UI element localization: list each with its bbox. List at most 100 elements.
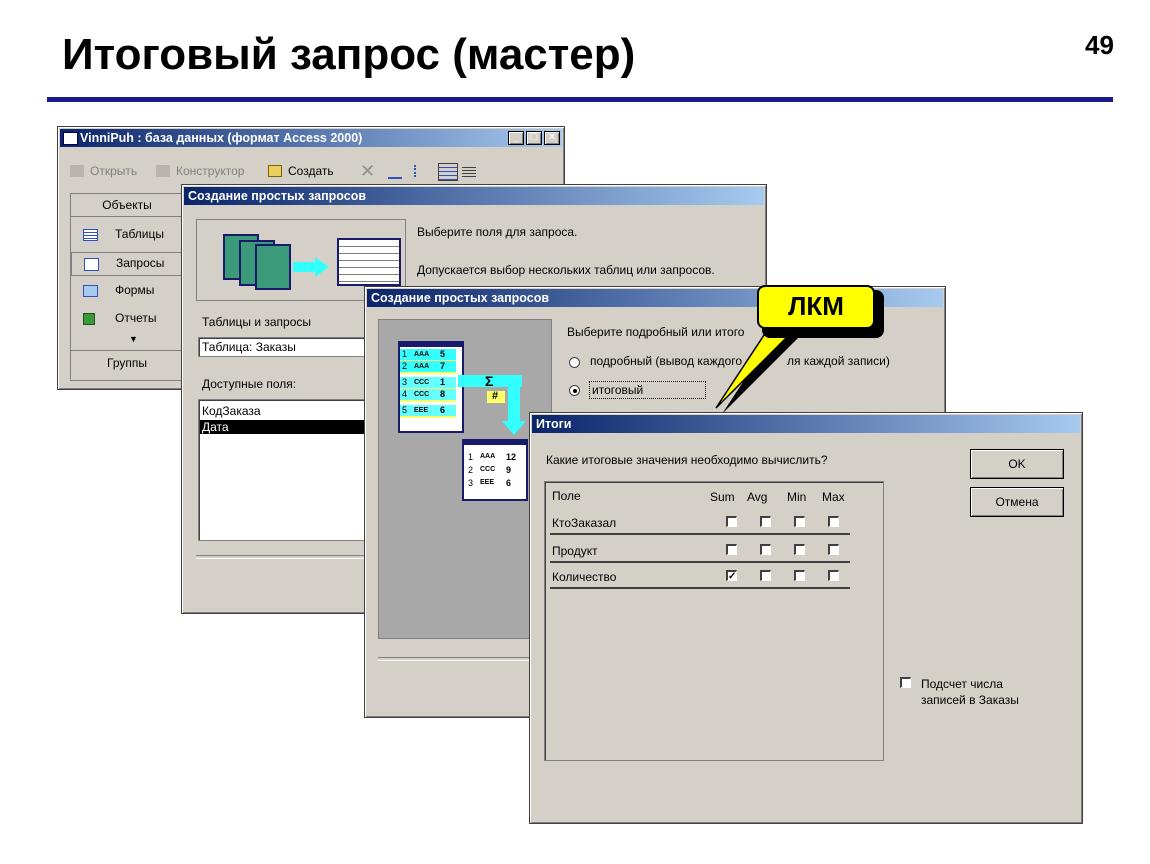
arrow-icon: [293, 262, 317, 272]
callout-label: ЛКМ: [788, 291, 844, 321]
row-value: 6: [506, 478, 512, 488]
sidebar-item-tables[interactable]: Таблицы: [71, 224, 183, 248]
totals-min-checkbox[interactable]: [794, 570, 805, 581]
create-button[interactable]: Создать: [288, 164, 334, 178]
close-button[interactable]: ×: [544, 131, 560, 145]
result-table-icon: [337, 238, 401, 286]
open-icon: [70, 165, 84, 177]
count-records-label-line2[interactable]: записей в Заказы: [921, 693, 1019, 707]
title-rule: [47, 97, 1113, 102]
row-code: AAA: [480, 453, 496, 460]
hash-symbol: #: [492, 390, 499, 402]
flow-arrow-head: [502, 421, 526, 435]
totals-min-checkbox[interactable]: [794, 516, 805, 527]
totals-row-field: Количество: [552, 570, 617, 584]
groups-divider: [71, 350, 183, 351]
wizard1-text2: Допускается выбор нескольких таблиц или …: [417, 263, 715, 277]
database-window-titlebar: VinniPuh : база данных (формат Access 20…: [60, 129, 562, 147]
summary-radio[interactable]: [569, 385, 580, 396]
objects-header[interactable]: Объекты: [71, 198, 183, 212]
totals-row-divider: [550, 561, 850, 563]
row-value: 6: [440, 405, 446, 415]
database-window-title: VinniPuh : база данных (формат Access 20…: [80, 131, 363, 145]
row-code: CCC: [414, 379, 430, 386]
summary-option-label[interactable]: итоговый: [589, 381, 707, 399]
totals-avg-checkbox[interactable]: [760, 544, 771, 555]
totals-row-field: КтоЗаказал: [552, 516, 617, 530]
row-code: AAA: [414, 363, 430, 370]
row-number: 2: [402, 361, 408, 371]
row-value: 7: [440, 361, 446, 371]
tables-combo-value: Таблица: Заказы: [202, 340, 296, 354]
callout-pointer-shape: [715, 325, 800, 409]
totals-max-checkbox[interactable]: [828, 570, 839, 581]
column-header-sum: Sum: [710, 490, 735, 504]
cancel-button[interactable]: Отмена: [970, 487, 1064, 517]
totals-sum-checkbox[interactable]: [726, 544, 737, 555]
row-number: 3: [402, 377, 408, 387]
totals-dialog: Итоги Какие итоговые значения необходимо…: [529, 412, 1083, 824]
row-code: CCC: [480, 466, 496, 473]
scroll-down-icon[interactable]: ▼: [129, 334, 138, 344]
query-icon: [84, 258, 99, 271]
source-row: 4 CCC 8: [400, 389, 456, 402]
db-toolbar: Открыть Конструктор Создать ✕: [68, 161, 548, 182]
result-row: 3 EEE 6: [466, 477, 522, 489]
large-icons-icon[interactable]: [388, 165, 402, 179]
wizard1-text1: Выберите поля для запроса.: [417, 225, 578, 239]
sidebar-item-label: Формы: [115, 283, 155, 297]
table-stack-icon: [255, 244, 291, 290]
arrow-icon: [315, 257, 329, 277]
totals-row-divider: [550, 587, 850, 589]
totals-avg-checkbox[interactable]: [760, 516, 771, 527]
column-header-min: Min: [787, 490, 807, 504]
slide-title: Итоговый запрос (мастер): [62, 30, 636, 79]
result-row: 1 AAA 12: [466, 451, 522, 463]
sidebar-item-reports[interactable]: Отчеты: [71, 308, 183, 332]
list-item-selected[interactable]: Дата: [200, 420, 382, 434]
row-number: 4: [402, 389, 408, 399]
detail-radio[interactable]: [569, 357, 580, 368]
groups-header[interactable]: Группы: [71, 356, 183, 370]
form-icon: [83, 285, 98, 297]
row-code: EEE: [480, 479, 495, 486]
table-icon: [83, 229, 98, 241]
row-number: 2: [468, 465, 474, 475]
totals-titlebar: Итоги: [532, 415, 1080, 433]
totals-max-checkbox[interactable]: [828, 516, 839, 527]
sidebar-item-queries[interactable]: Запросы: [71, 252, 183, 276]
delete-icon[interactable]: ✕: [360, 161, 375, 182]
ok-button[interactable]: OK: [970, 449, 1064, 479]
objects-divider: [71, 216, 183, 217]
count-records-label-line1[interactable]: Подсчет числа: [921, 677, 1003, 691]
totals-max-checkbox[interactable]: [828, 544, 839, 555]
totals-min-checkbox[interactable]: [794, 544, 805, 555]
row-value: 12: [506, 452, 517, 462]
open-button[interactable]: Открыть: [90, 164, 137, 178]
row-value: 8: [440, 389, 446, 399]
minimize-button[interactable]: _: [508, 131, 524, 145]
totals-sum-checkbox[interactable]: ✓: [726, 570, 737, 582]
maximize-button[interactable]: □: [526, 131, 542, 145]
design-button[interactable]: Конструктор: [176, 164, 244, 178]
database-icon: [63, 132, 78, 145]
row-value: 9: [506, 465, 512, 475]
totals-avg-checkbox[interactable]: [760, 570, 771, 581]
count-records-checkbox[interactable]: [900, 677, 911, 688]
flow-arrow: [508, 375, 520, 421]
list-item[interactable]: КодЗаказа: [202, 404, 261, 418]
list-icon[interactable]: [438, 163, 458, 181]
row-number: 1: [402, 349, 408, 359]
details-icon[interactable]: [462, 165, 476, 177]
wizard1-titlebar: Создание простых запросов: [184, 187, 764, 205]
row-code: CCC: [414, 391, 430, 398]
row-number: 3: [468, 478, 474, 488]
sidebar-item-label: Отчеты: [115, 311, 157, 325]
objects-bar: Объекты Таблицы Запросы Формы Отчеты ▼ Г…: [70, 193, 184, 381]
sidebar-item-forms[interactable]: Формы: [71, 280, 183, 304]
row-number: 5: [402, 405, 408, 415]
fields-label: Доступные поля:: [202, 377, 297, 391]
totals-sum-checkbox[interactable]: [726, 516, 737, 527]
small-icons-icon[interactable]: [414, 165, 430, 177]
totals-question: Какие итоговые значения необходимо вычис…: [546, 453, 828, 467]
